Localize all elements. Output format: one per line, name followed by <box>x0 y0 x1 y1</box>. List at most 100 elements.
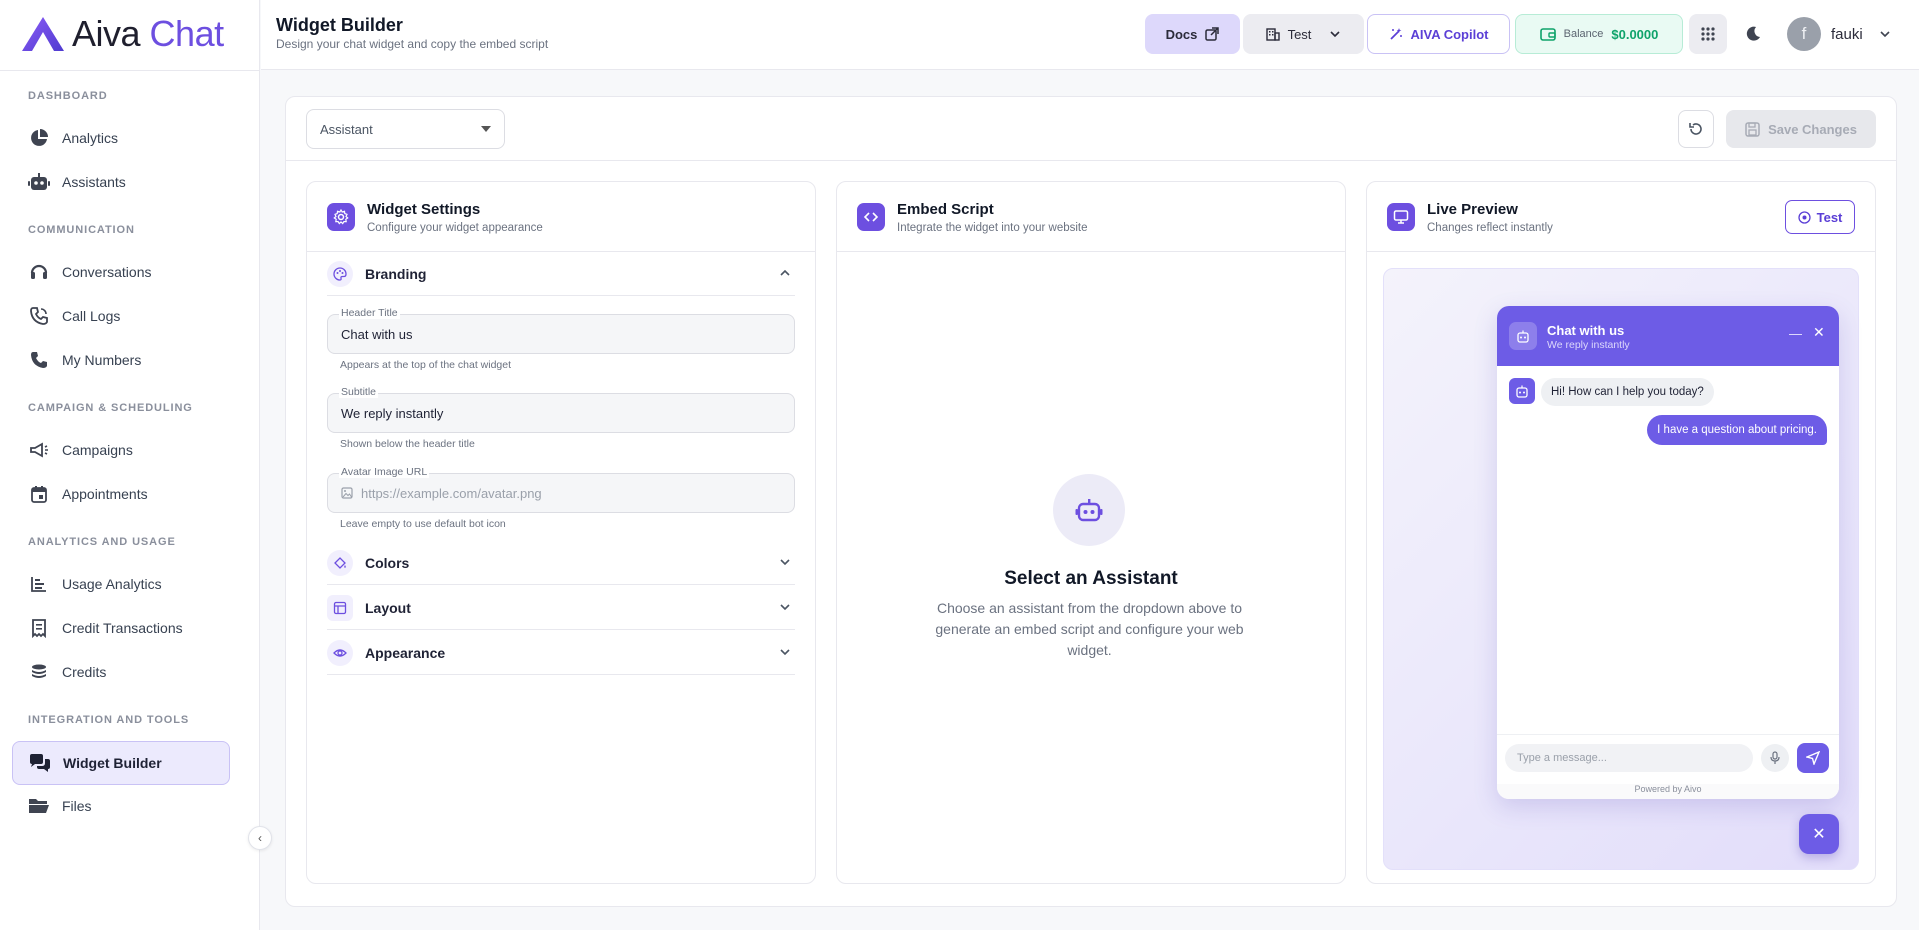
coins-icon <box>28 661 50 683</box>
assistant-select[interactable]: Assistant <box>306 109 505 149</box>
palette-icon <box>327 260 353 287</box>
chevron-down-icon <box>1330 31 1340 38</box>
header-title-help: Appears at the top of the chat widget <box>340 359 512 371</box>
builder-toolbar: Assistant Save Changes <box>286 97 1896 161</box>
bot-avatar-icon <box>1509 322 1537 350</box>
sidebar-item-label: My Numbers <box>62 352 142 368</box>
save-label: Save Changes <box>1768 121 1857 137</box>
widget-settings-subtitle: Configure your widget appearance <box>367 222 543 234</box>
sidebar-item-label: Call Logs <box>62 308 121 324</box>
sidebar-item-my-numbers[interactable]: My Numbers <box>12 339 230 381</box>
send-icon[interactable] <box>1797 743 1829 773</box>
paint-bucket-icon <box>327 549 353 576</box>
colors-label: Colors <box>365 554 410 571</box>
sidebar-item-label: Credit Transactions <box>62 620 183 636</box>
aiva-logo-icon <box>22 17 64 51</box>
sidebar-item-appointments[interactable]: Appointments <box>12 473 230 515</box>
sidebar-item-label: Widget Builder <box>63 755 162 771</box>
code-icon <box>857 203 885 231</box>
chevron-up-icon <box>780 269 790 276</box>
sidebar-divider <box>0 70 260 71</box>
sidebar-item-assistants[interactable]: Assistants <box>12 161 230 203</box>
workspace-label: Test <box>1287 26 1312 42</box>
subtitle-label: Subtitle <box>339 386 379 398</box>
branding-label: Branding <box>365 265 427 282</box>
balance-badge[interactable]: Balance $0.0000 <box>1515 14 1683 54</box>
settings-gear-icon <box>327 203 355 231</box>
minimize-icon[interactable]: — <box>1789 326 1802 341</box>
live-preview-header: Live Preview Changes reflect instantly T… <box>1367 182 1875 252</box>
empty-state-description: Choose an assistant from the dropdown ab… <box>935 600 1244 658</box>
sidebar-item-files[interactable]: Files <box>12 785 230 827</box>
aiva-copilot-button[interactable]: AIVA Copilot <box>1367 14 1510 54</box>
preview-canvas: Chat with us We reply instantly — ✕ Hi! … <box>1383 268 1859 870</box>
pie-chart-icon <box>28 127 50 149</box>
megaphone-icon <box>28 439 50 461</box>
embed-script-header: Embed Script Integrate the widget into y… <box>837 182 1345 252</box>
save-button[interactable]: Save Changes <box>1726 110 1876 148</box>
layout-icon <box>327 594 353 621</box>
section-communication: COMMUNICATION <box>28 224 135 236</box>
layout-accordion-header[interactable]: Layout <box>327 586 795 630</box>
widget-toggle-button[interactable]: ✕ <box>1799 814 1839 854</box>
sidebar-collapse-button[interactable]: ‹ <box>248 826 272 850</box>
avatar-url-field[interactable]: https://example.com/avatar.png <box>327 473 795 513</box>
building-icon <box>1265 28 1280 41</box>
chevron-down-icon <box>780 604 790 611</box>
sidebar-item-campaigns[interactable]: Campaigns <box>12 429 230 471</box>
sidebar-item-conversations[interactable]: Conversations <box>12 251 230 293</box>
test-widget-button[interactable]: Test <box>1785 200 1855 234</box>
external-link-icon <box>1205 27 1220 41</box>
receipt-icon <box>28 617 50 639</box>
avatar-url-help: Leave empty to use default bot icon <box>340 518 506 530</box>
bot-message: Hi! How can I help you today? <box>1541 378 1714 406</box>
save-icon <box>1745 121 1760 137</box>
monitor-icon <box>1387 203 1415 231</box>
empty-state-title: Select an Assistant <box>1004 568 1178 589</box>
apps-button[interactable] <box>1689 14 1727 54</box>
powered-by: Powered by Aivo <box>1497 784 1839 799</box>
sidebar-item-call-logs[interactable]: Call Logs <box>12 295 230 337</box>
calendar-icon <box>28 483 50 505</box>
branding-accordion-header[interactable]: Branding <box>327 252 795 296</box>
sidebar-item-credit-transactions[interactable]: Credit Transactions <box>12 607 230 649</box>
appearance-accordion-header[interactable]: Appearance <box>327 631 795 675</box>
live-preview-panel: Live Preview Changes reflect instantly T… <box>1366 181 1876 884</box>
brand-logo[interactable]: Aiva Chat <box>20 14 224 54</box>
sidebar-item-label: Conversations <box>62 264 152 280</box>
theme-toggle-button[interactable] <box>1735 14 1771 54</box>
sidebar-item-analytics[interactable]: Analytics <box>12 117 230 159</box>
sidebar-item-credits[interactable]: Credits <box>12 651 230 693</box>
chat-widget-title: Chat with us <box>1547 323 1625 338</box>
widget-settings-panel: Widget Settings Configure your widget ap… <box>306 181 816 884</box>
robot-icon <box>28 171 50 193</box>
colors-accordion-header[interactable]: Colors <box>327 541 795 585</box>
page-title: Widget Builder <box>276 15 403 35</box>
header-title-field[interactable]: Chat with us <box>327 314 795 354</box>
sidebar-item-widget-builder[interactable]: Widget Builder <box>12 741 230 785</box>
test-label: Test <box>1816 209 1843 225</box>
workspace-select[interactable]: Test <box>1243 14 1364 54</box>
chevron-down-icon <box>780 649 790 656</box>
reset-button[interactable] <box>1678 110 1714 148</box>
chevron-down-icon <box>1880 31 1890 38</box>
chat-message-input[interactable]: Type a message... <box>1505 744 1753 772</box>
section-campaign-scheduling: CAMPAIGN & SCHEDULING <box>28 402 193 414</box>
balance-label: Balance <box>1563 28 1604 40</box>
sidebar-item-label: Credits <box>62 664 107 680</box>
embed-script-subtitle: Integrate the widget into your website <box>897 222 1088 234</box>
close-icon[interactable]: ✕ <box>1813 324 1825 341</box>
wallet-icon <box>1539 28 1556 41</box>
user-menu[interactable]: f fauki <box>1787 16 1891 52</box>
docs-button[interactable]: Docs <box>1145 14 1240 54</box>
header-title-value: Chat with us <box>341 326 413 342</box>
live-preview-title: Live Preview <box>1427 201 1518 218</box>
docs-label: Docs <box>1165 26 1198 42</box>
headset-icon <box>28 261 50 283</box>
microphone-icon[interactable] <box>1761 744 1789 772</box>
sidebar-item-usage-analytics[interactable]: Usage Analytics <box>12 563 230 605</box>
layout-label: Layout <box>365 599 411 616</box>
subtitle-field[interactable]: We reply instantly <box>327 393 795 433</box>
avatar: f <box>1787 17 1821 51</box>
subtitle-help: Shown below the header title <box>340 438 475 450</box>
